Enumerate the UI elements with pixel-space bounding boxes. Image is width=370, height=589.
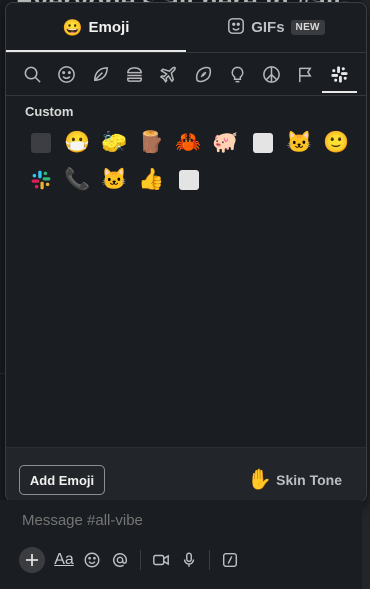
category-objects[interactable] <box>220 56 254 92</box>
category-smileys[interactable] <box>49 56 83 92</box>
category-activity[interactable] <box>186 56 220 92</box>
skin-tone-label: Skin Tone <box>276 471 342 488</box>
crab-icon: 🦀 <box>175 131 202 154</box>
toolbar-divider <box>140 550 141 570</box>
white-square-icon <box>252 132 273 153</box>
dark-square-icon <box>30 132 51 153</box>
formatting-button[interactable]: Aa <box>50 548 78 572</box>
custom-emoji-grid: 😷 🧽 🪵 🦀 🐖 🐱 🙂 📞 🐱 👍 <box>22 124 362 198</box>
emoji-picker: 😀 Emoji GIFs NEW Custom 😷 🧽 🪵 🦀 🐖 🐱 🙂 📞 … <box>5 2 367 502</box>
slightly-smiling-face-icon: 🙂 <box>323 131 350 154</box>
video-camera-icon <box>153 554 169 566</box>
message-input[interactable] <box>22 512 322 529</box>
slash-command-button[interactable] <box>216 548 244 572</box>
emoji-dark-square[interactable] <box>22 124 59 161</box>
active-tab-indicator <box>6 50 186 52</box>
slash-box-icon <box>222 552 238 568</box>
thumbs-up-icon: 👍 <box>138 168 165 191</box>
category-bar <box>6 53 366 96</box>
emoji-face-with-mouth-mask[interactable]: 😷 <box>59 124 96 161</box>
category-symbols[interactable] <box>254 56 288 92</box>
gif-sticker-icon <box>227 17 245 39</box>
category-nature[interactable] <box>83 56 117 92</box>
section-title-custom: Custom <box>25 104 74 119</box>
at-sign-icon <box>112 553 128 568</box>
category-flags[interactable] <box>289 56 323 92</box>
peace-icon <box>263 65 280 83</box>
smiley-icon: 😀 <box>62 19 83 37</box>
format-label: Aa <box>54 551 74 568</box>
video-button[interactable] <box>147 548 175 572</box>
emoji-club[interactable]: 🪵 <box>133 124 170 161</box>
flag-icon <box>299 67 312 82</box>
emoji-cat-in-hat-2[interactable]: 🐱 <box>96 161 133 198</box>
club-icon: 🪵 <box>138 131 165 154</box>
white-square-2-icon <box>178 169 199 190</box>
emoji-white-square[interactable] <box>244 124 281 161</box>
add-emoji-button[interactable]: Add Emoji <box>19 465 105 495</box>
emoji-pig[interactable]: 🐖 <box>207 124 244 161</box>
pig-icon: 🐖 <box>212 131 239 154</box>
tab-emoji[interactable]: 😀 Emoji <box>6 3 186 52</box>
composer-toolbar: Aa <box>18 547 244 573</box>
skin-tone-button[interactable]: ✋ Skin Tone <box>247 467 342 492</box>
search-icon <box>24 66 41 83</box>
phone-icon: 📞 <box>64 168 91 191</box>
tab-emoji-label: Emoji <box>88 19 130 36</box>
attach-button[interactable] <box>18 547 46 573</box>
emoji-slightly-smiling-face[interactable]: 🙂 <box>318 124 355 161</box>
new-badge: NEW <box>290 20 325 35</box>
sponge-icon: 🧽 <box>101 131 128 154</box>
lightbulb-icon <box>231 66 244 82</box>
active-category-indicator <box>322 91 357 93</box>
face-with-mouth-mask-icon: 😷 <box>64 131 91 154</box>
cat-in-hat-icon: 🐱 <box>286 131 313 154</box>
emoji-button[interactable] <box>78 548 106 572</box>
microphone-icon <box>183 552 195 567</box>
emoji-phone[interactable]: 📞 <box>59 161 96 198</box>
emoji-crab[interactable]: 🦀 <box>170 124 207 161</box>
emoji-cat-in-hat[interactable]: 🐱 <box>281 124 318 161</box>
slack-logo-icon <box>31 170 50 189</box>
picker-tabs: 😀 Emoji GIFs NEW <box>6 3 366 53</box>
category-custom[interactable] <box>323 56 357 92</box>
football-icon <box>195 66 211 82</box>
smiley-icon <box>84 552 100 568</box>
emoji-sponge[interactable]: 🧽 <box>96 124 133 161</box>
emoji-slack-logo[interactable] <box>22 161 59 198</box>
category-food[interactable] <box>118 56 152 92</box>
tab-gifs-label: GIFs <box>251 19 285 36</box>
message-composer: Aa <box>0 500 362 589</box>
emoji-white-square-2[interactable] <box>170 161 207 198</box>
tab-gifs[interactable]: GIFs NEW <box>186 3 366 52</box>
toolbar-divider <box>209 550 210 570</box>
burger-icon <box>127 66 143 82</box>
emoji-thumbs-up[interactable]: 👍 <box>133 161 170 198</box>
smiley-face-icon <box>57 65 75 83</box>
raised-hand-icon: ✋ <box>247 469 273 491</box>
cat-in-hat-2-icon: 🐱 <box>101 168 128 191</box>
mention-button[interactable] <box>106 548 134 572</box>
picker-footer: Add Emoji ✋ Skin Tone <box>6 447 366 501</box>
audio-button[interactable] <box>175 548 203 572</box>
slack-icon <box>331 65 348 83</box>
category-travel[interactable] <box>152 56 186 92</box>
plus-icon <box>19 547 45 573</box>
category-search[interactable] <box>15 56 49 92</box>
leaf-icon <box>94 66 108 81</box>
airplane-icon <box>160 66 177 83</box>
